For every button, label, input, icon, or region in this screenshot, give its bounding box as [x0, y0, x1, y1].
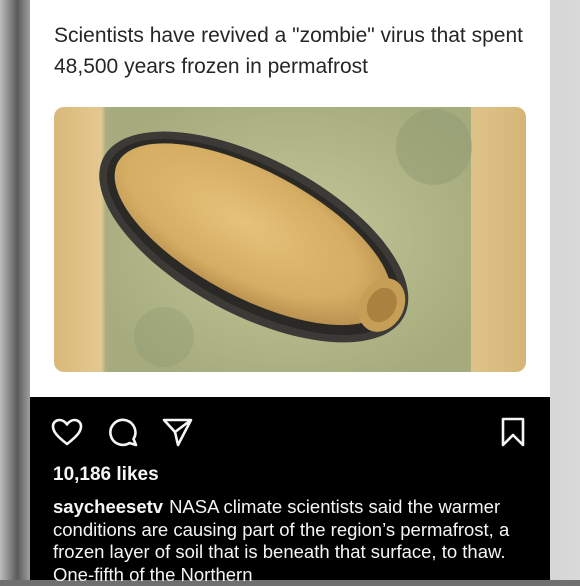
- caption-username[interactable]: saycheesetv: [53, 496, 163, 517]
- comment-button[interactable]: [106, 415, 140, 449]
- share-icon: [162, 418, 193, 447]
- post-headline: Scientists have revived a "zombie" virus…: [54, 24, 523, 78]
- post-image[interactable]: [54, 107, 526, 372]
- instagram-post-footer: 10,186 likes saycheesetv NASA climate sci…: [30, 397, 550, 585]
- heart-icon: [51, 418, 83, 446]
- save-button[interactable]: [496, 415, 530, 449]
- action-bar: [50, 415, 530, 449]
- comment-icon: [109, 418, 138, 447]
- post-card: Scientists have revived a "zombie" virus…: [30, 0, 550, 397]
- virus-micrograph: [99, 107, 472, 372]
- likes-count[interactable]: 10,186 likes: [53, 464, 159, 486]
- share-button[interactable]: [160, 415, 194, 449]
- post-caption: saycheesetv NASA climate scientists said …: [53, 496, 535, 586]
- bookmark-icon: [501, 417, 525, 447]
- like-button[interactable]: [50, 415, 84, 449]
